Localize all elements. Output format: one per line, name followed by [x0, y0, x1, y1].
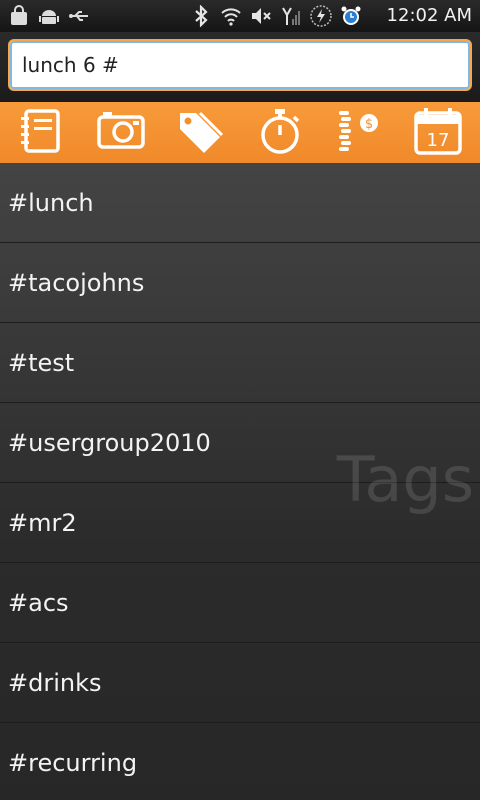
status-bar: 12:02 AM [0, 0, 480, 32]
mute-icon [250, 5, 272, 27]
notebook-button[interactable] [14, 105, 70, 161]
tag-label: #usergroup2010 [8, 428, 211, 457]
camera-icon [95, 105, 147, 161]
tag-button[interactable] [172, 105, 228, 161]
calendar-day: 17 [426, 130, 449, 151]
tag-label: #test [8, 348, 75, 377]
list-item[interactable]: #drinks [0, 643, 480, 723]
tag-label: #acs [8, 588, 69, 617]
camera-button[interactable] [93, 105, 149, 161]
tag-label: #mr2 [8, 508, 77, 537]
svg-text:$: $ [365, 117, 373, 132]
status-time: 12:02 AM [386, 5, 472, 26]
shopping-bag-icon [8, 5, 30, 27]
bluetooth-icon [190, 5, 212, 27]
tag-list[interactable]: #lunch #tacojohns #test #usergroup2010 #… [0, 163, 480, 800]
calendar-icon: 17 [412, 105, 464, 161]
stopwatch-button[interactable] [252, 105, 308, 161]
tag-icon [174, 105, 226, 161]
battery-charging-icon [310, 5, 332, 27]
money-button[interactable]: $ [331, 105, 387, 161]
list-item[interactable]: #acs [0, 563, 480, 643]
list-item[interactable]: #lunch [0, 163, 480, 243]
list-item[interactable]: #test [0, 323, 480, 403]
list-item[interactable]: #tacojohns [0, 243, 480, 323]
search-input[interactable]: lunch 6 # [8, 39, 472, 91]
list-item[interactable]: #mr2 [0, 483, 480, 563]
status-left-icons [8, 4, 90, 28]
money-icon: $ [333, 105, 385, 161]
tag-label: #tacojohns [8, 268, 145, 297]
stopwatch-icon [254, 105, 306, 161]
tag-label: #drinks [8, 668, 102, 697]
usb-icon [68, 5, 90, 27]
list-item[interactable]: #recurring [0, 723, 480, 800]
tag-label: #lunch [8, 188, 94, 217]
calendar-button[interactable]: 17 [410, 105, 466, 161]
tag-label: #recurring [8, 748, 138, 777]
wifi-icon [220, 5, 242, 27]
search-area: lunch 6 # [0, 32, 480, 102]
android-icon [38, 5, 60, 27]
list-item[interactable]: #usergroup2010 [0, 403, 480, 483]
signal-icon [280, 5, 302, 27]
status-right-icons [190, 4, 362, 28]
toolbar: $ 17 [0, 102, 480, 163]
notebook-icon [16, 105, 68, 161]
alarm-icon [340, 5, 362, 27]
